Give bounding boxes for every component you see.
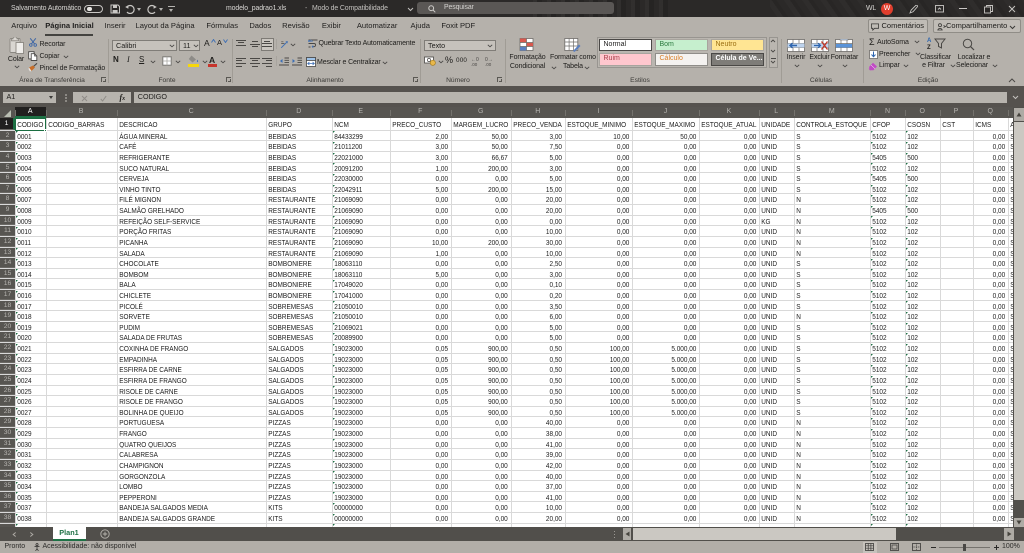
- svg-text:ab: ab: [308, 39, 313, 43]
- svg-text:.00: .00: [471, 62, 478, 66]
- svg-text:.00: .00: [485, 62, 492, 66]
